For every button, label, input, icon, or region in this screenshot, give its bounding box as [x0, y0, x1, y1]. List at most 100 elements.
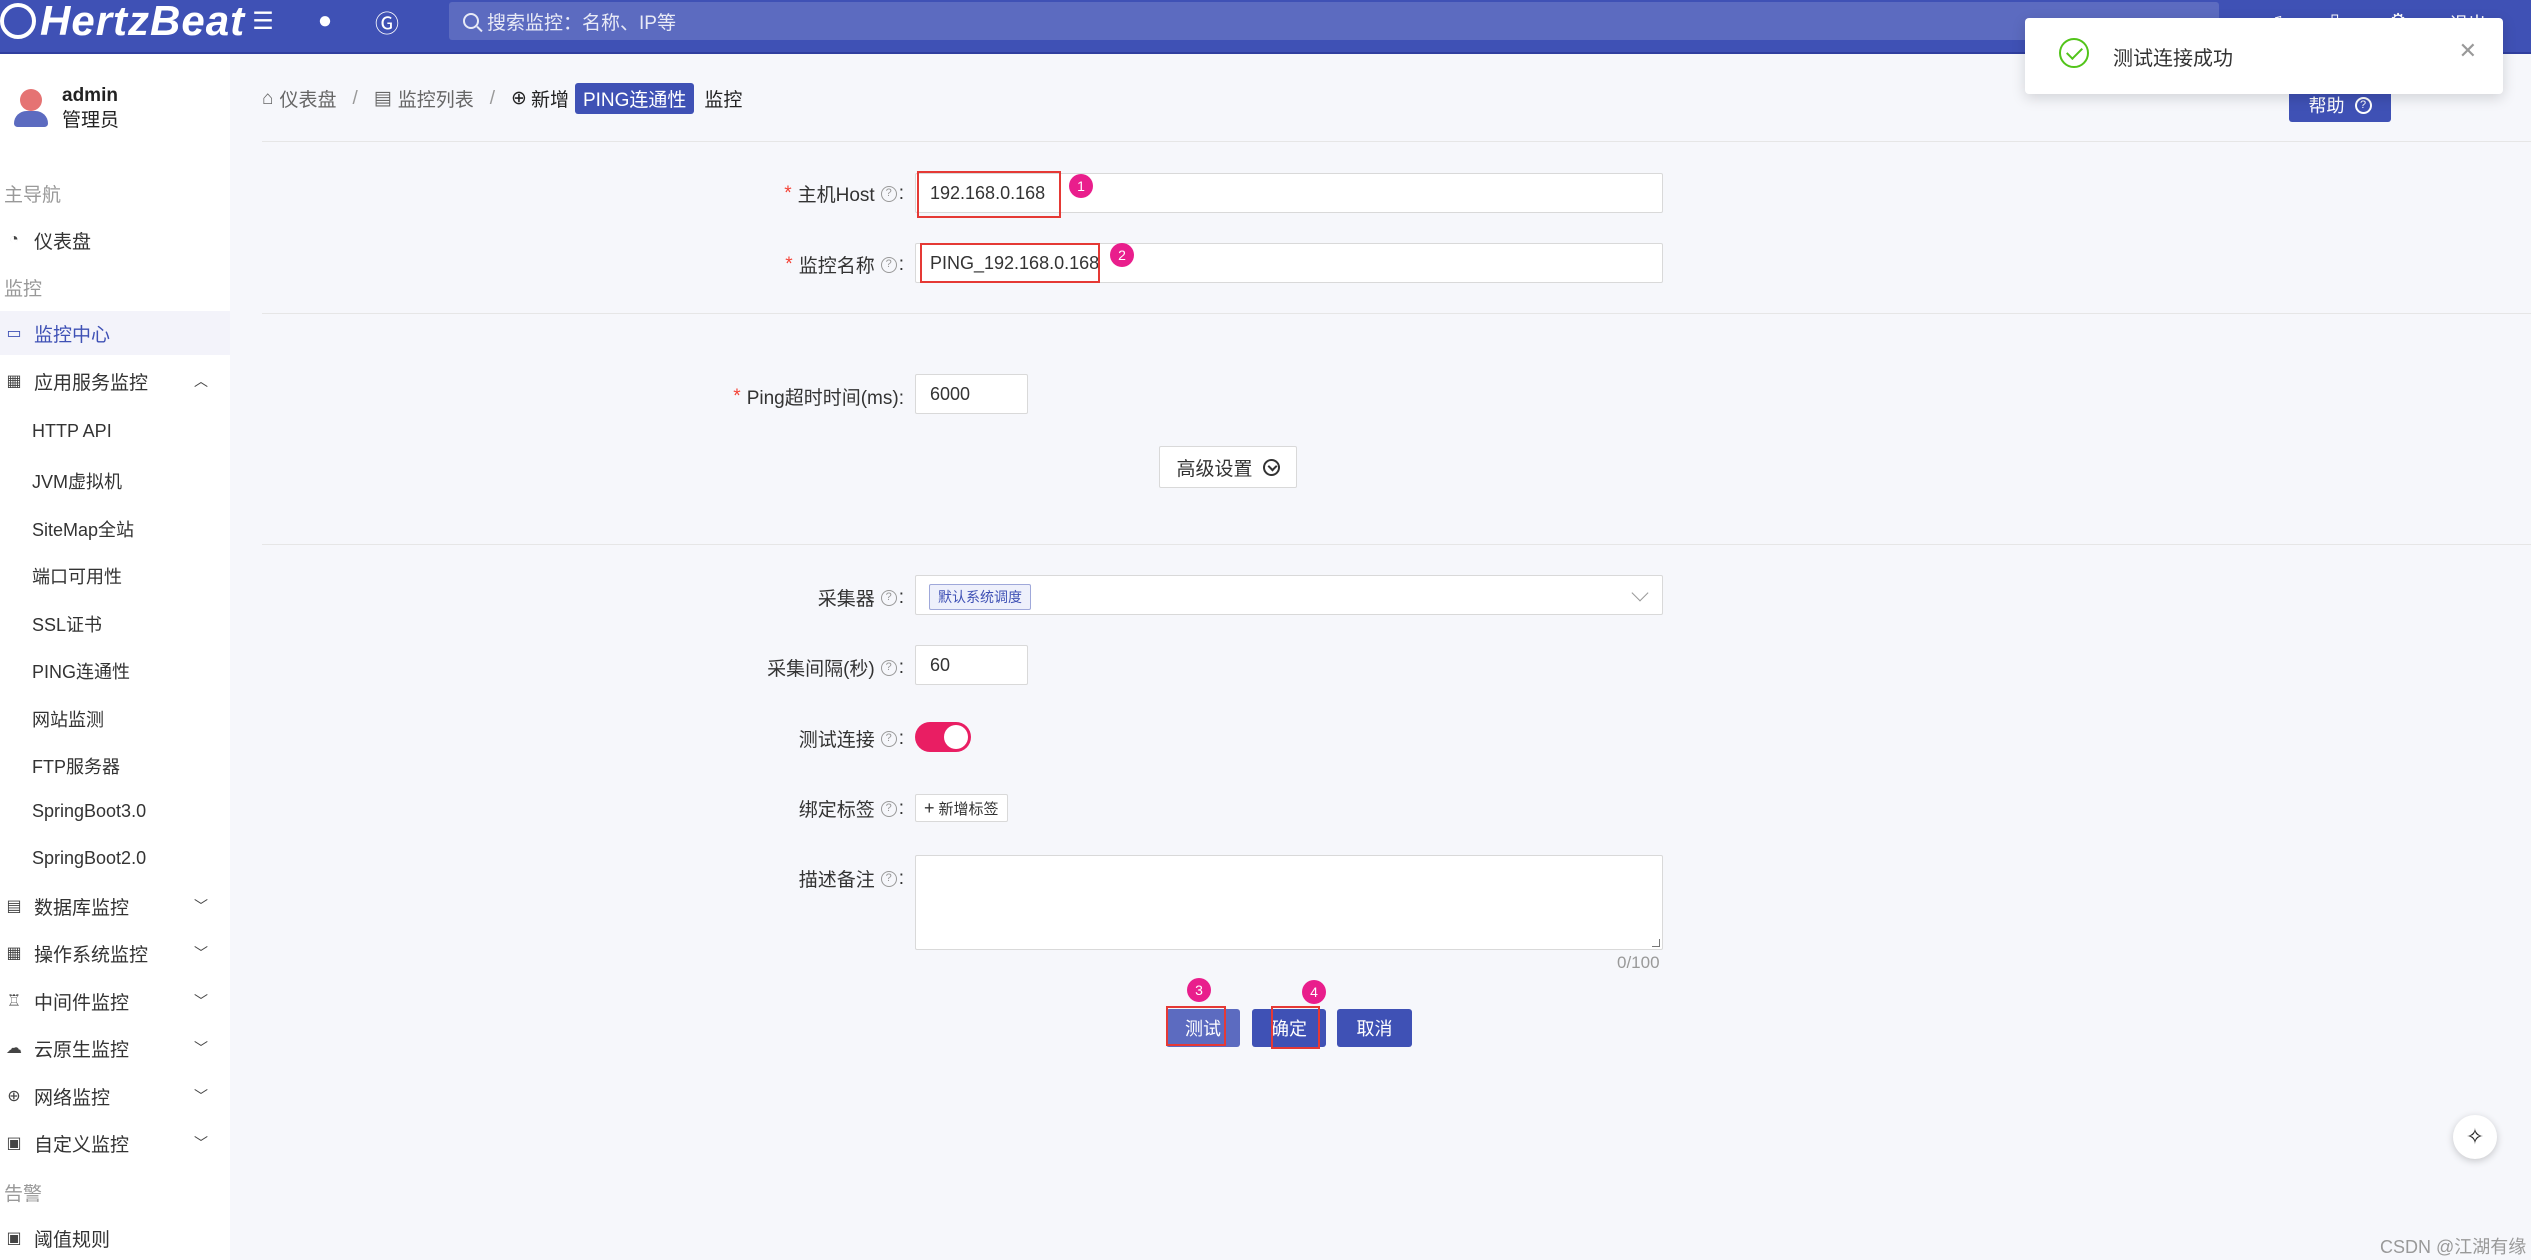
search-input[interactable]: 搜索监控：名称、IP等: [449, 2, 2219, 40]
user-panel[interactable]: admin 管理员: [12, 84, 119, 134]
group-monitor: 监控: [4, 279, 43, 300]
question-icon: ?: [880, 185, 897, 202]
interval-value: 60: [930, 654, 951, 675]
add-tag-button[interactable]: + 新增标签: [915, 794, 1008, 822]
logo-mark-icon: [0, 3, 36, 39]
sidebar-item-threshold-rules[interactable]: ▣ 阈值规则: [0, 1216, 230, 1260]
test-connection-label: 测试连接?:: [798, 727, 904, 752]
sidebar: admin 管理员 主导航 ◔ 仪表盘 监控 ▭ 监控中心 ▦ 应用服务监控 ︿ HTT…: [0, 54, 230, 1260]
resize-handle[interactable]: [1652, 939, 1660, 947]
close-icon[interactable]: ✕: [2459, 38, 2477, 64]
sidebar-item-app-monitor[interactable]: ▦ 应用服务监控 ︿: [0, 359, 230, 403]
chevron-down-icon: ﹀: [194, 898, 208, 914]
custom-icon: ▣: [6, 1135, 22, 1152]
ping-timeout-value: 6000: [930, 383, 971, 404]
appstore-icon: ▦: [6, 373, 22, 390]
ping-timeout-input[interactable]: 6000: [915, 374, 1028, 414]
sidebar-item-db-monitor[interactable]: ▤ 数据库监控 ﹀: [0, 884, 230, 928]
breadcrumb-monitor-list[interactable]: 监控列表: [398, 85, 474, 112]
sidebar-subitem-website[interactable]: 网站监测: [32, 706, 104, 732]
menu-collapse-icon[interactable]: ☰: [250, 8, 276, 35]
add-tag-label: 新增标签: [938, 800, 999, 818]
advanced-settings-button[interactable]: 高级设置: [1159, 446, 1297, 488]
sidebar-subitem-ftp[interactable]: FTP服务器: [32, 753, 120, 779]
sidebar-item-dashboard[interactable]: ◔ 仪表盘: [0, 218, 230, 262]
sidebar-subitem-sitemap[interactable]: SiteMap全站: [32, 516, 134, 542]
watermark: CSDN @江湖有缘: [2380, 1237, 2527, 1257]
cloud-icon: ☁: [6, 1040, 22, 1057]
sidebar-subitem-springboot3[interactable]: SpringBoot3.0: [32, 801, 146, 822]
group-main-nav: 主导航: [4, 185, 62, 206]
question-icon: ?: [2354, 96, 2372, 114]
help-label: 帮助: [2308, 96, 2345, 116]
sidebar-item-os-monitor[interactable]: ▦ 操作系统监控 ﹀: [0, 931, 230, 975]
chevron-down-icon: ﹀: [194, 1135, 208, 1151]
highlight-box-2: [920, 243, 1100, 283]
question-icon: ?: [880, 730, 897, 747]
sidebar-subitem-ssl[interactable]: SSL证书: [32, 611, 102, 637]
breadcrumb-new: 新增: [530, 90, 569, 111]
user-name: admin: [62, 85, 118, 106]
sidebar-item-label: 自定义监控: [34, 1134, 130, 1156]
chevron-down-icon: ﹀: [194, 1040, 208, 1056]
sidebar-item-middleware-monitor[interactable]: ♖ 中间件监控 ﹀: [0, 979, 230, 1023]
list-icon: ▤: [373, 88, 392, 109]
highlight-box-4: [1271, 1006, 1320, 1049]
sidebar-item-label: 操作系统监控: [34, 944, 149, 966]
check-circle-icon: [2059, 38, 2089, 68]
description-label: 描述备注?:: [798, 867, 904, 892]
question-icon: ?: [880, 800, 897, 817]
sidebar-subitem-http-api[interactable]: HTTP API: [32, 421, 112, 442]
description-textarea[interactable]: [915, 855, 1663, 950]
highlight-box-1: [917, 171, 1061, 218]
step-marker-1: 1: [1069, 174, 1093, 198]
sidebar-subitem-jvm[interactable]: JVM虚拟机: [32, 468, 122, 494]
sidebar-item-label: 监控中心: [34, 324, 111, 346]
toast-message: 测试连接成功: [2113, 48, 2233, 70]
breadcrumb-monitor: 监控: [704, 90, 743, 111]
test-connection-toggle[interactable]: [915, 722, 971, 752]
gitee-icon[interactable]: Ⓖ: [374, 8, 400, 38]
sidebar-item-label: 云原生监控: [34, 1039, 130, 1061]
sidebar-item-cloud-native-monitor[interactable]: ☁ 云原生监控 ﹀: [0, 1026, 230, 1070]
step-marker-3: 3: [1187, 978, 1211, 1002]
highlight-box-3: [1166, 1006, 1226, 1046]
globe-icon: ⊕: [7, 1088, 21, 1105]
database-icon: ▤: [6, 898, 22, 915]
advanced-settings-label: 高级设置: [1176, 458, 1253, 480]
magic-wand-icon[interactable]: ✧: [2453, 1115, 2497, 1159]
question-icon: ?: [880, 589, 897, 606]
dashboard-icon: ◔: [9, 231, 19, 248]
breadcrumb-dashboard[interactable]: 仪表盘: [279, 85, 336, 112]
sidebar-subitem-springboot2[interactable]: SpringBoot2.0: [32, 848, 146, 869]
sidebar-item-label: 阈值规则: [34, 1229, 111, 1251]
interval-input[interactable]: 60: [915, 645, 1028, 685]
cancel-label: 取消: [1356, 1019, 1393, 1039]
sidebar-item-monitor-center[interactable]: ▭ 监控中心: [0, 311, 230, 355]
logo-text: HertzBeat: [40, 0, 246, 44]
breadcrumb: ⌂ 仪表盘 / ▤ 监控列表 / ⊕ 新增 PING连通性 监控: [262, 83, 742, 114]
breadcrumb-separator: /: [489, 87, 496, 109]
plus-circle-icon: ⊕: [511, 88, 527, 109]
divider: [262, 544, 2531, 545]
bind-tags-label: 绑定标签?:: [798, 797, 904, 822]
ping-timeout-label: * Ping超时时间(ms):: [733, 385, 904, 410]
step-marker-2: 2: [1110, 243, 1134, 267]
group-alert: 告警: [4, 1184, 43, 1205]
sidebar-subitem-ping[interactable]: PING连通性: [32, 658, 130, 684]
sidebar-subitem-port[interactable]: 端口可用性: [32, 563, 122, 589]
avatar: [12, 89, 48, 129]
app-logo[interactable]: HertzBeat: [0, 0, 246, 44]
sidebar-item-label: 仪表盘: [34, 231, 92, 253]
host-label: * 主机Host?:: [784, 182, 904, 207]
rules-icon: ▣: [6, 1230, 22, 1247]
sidebar-item-label: 数据库监控: [34, 897, 130, 919]
sidebar-item-custom-monitor[interactable]: ▣ 自定义监控 ﹀: [0, 1121, 230, 1165]
cancel-button[interactable]: 取消: [1337, 1009, 1412, 1047]
plus-icon: +: [924, 797, 935, 818]
github-icon[interactable]: ●: [312, 7, 338, 34]
divider: [262, 141, 2531, 142]
divider: [262, 313, 2531, 314]
sidebar-item-network-monitor[interactable]: ⊕ 网络监控 ﹀: [0, 1074, 230, 1118]
sidebar-item-label: 中间件监控: [34, 992, 130, 1014]
